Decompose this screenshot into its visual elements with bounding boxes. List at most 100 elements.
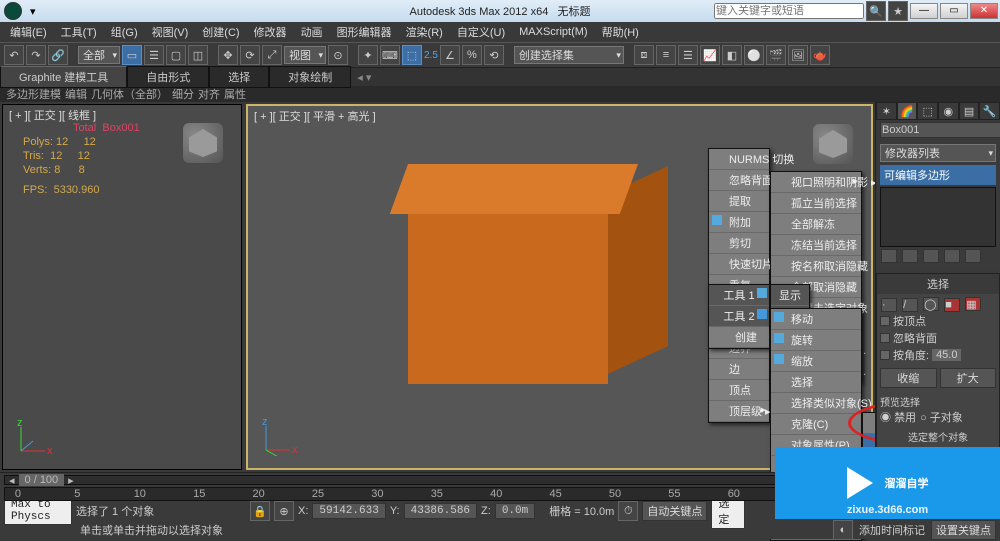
use-pivot-button[interactable]: ⊙: [328, 45, 348, 65]
add-time-tag[interactable]: 添加时间标记: [859, 522, 925, 538]
subobj-element-button[interactable]: ▦: [965, 297, 981, 311]
time-config-button[interactable]: ⏱: [618, 501, 638, 521]
stack-config-button[interactable]: [965, 249, 981, 263]
ctx-quickslice[interactable]: 快速切片: [709, 254, 769, 275]
lock-selection-icon[interactable]: 🔒: [250, 501, 270, 521]
ctx-ignore-back[interactable]: 忽略背面: [709, 170, 769, 191]
ribbon-expand-icon[interactable]: ◂ ▾: [357, 71, 371, 84]
ref-coord-combo[interactable]: 视图: [284, 46, 326, 64]
material-editor-button[interactable]: ⚪: [744, 45, 764, 65]
menu-graph[interactable]: 图形编辑器: [331, 22, 398, 42]
graphite-tab-freeform[interactable]: 自由形式: [127, 66, 209, 88]
x-coord-input[interactable]: 59142.633: [312, 503, 385, 519]
menu-edit[interactable]: 编辑(E): [4, 22, 53, 42]
ctx-unhide-name[interactable]: 按名称取消隐藏: [771, 256, 861, 277]
shrink-button[interactable]: 收缩: [880, 368, 937, 388]
ctx-rotate[interactable]: 旋转: [771, 330, 861, 351]
viewcube-icon[interactable]: [813, 124, 853, 164]
redo-button[interactable]: ↷: [26, 45, 46, 65]
ctx-select[interactable]: 选择: [771, 372, 861, 393]
viewport-perspective[interactable]: [ + ][ 正交 ][ 平滑 + 高光 ] xz NURMS 切换 忽略背面 …: [246, 104, 873, 470]
auto-key-button[interactable]: 自动关键点: [642, 501, 707, 521]
select-by-name-button[interactable]: ☰: [144, 45, 164, 65]
ctx-cut[interactable]: 剪切: [709, 233, 769, 254]
ctx-unfreeze-all[interactable]: 全部解冻: [771, 214, 861, 235]
rotate-button[interactable]: ⟳: [240, 45, 260, 65]
minimize-button[interactable]: —: [910, 3, 938, 19]
menu-help[interactable]: 帮助(H): [596, 22, 645, 42]
z-coord-input[interactable]: 0.0m: [495, 503, 535, 519]
menu-tools[interactable]: 工具(T): [55, 22, 103, 42]
cmd-tab-display[interactable]: ▤: [959, 102, 980, 120]
maxscript-mini-listener[interactable]: Max to Physcs: [4, 497, 72, 525]
isolate-toggle-icon[interactable]: ◐: [833, 520, 853, 540]
ctx-toplevel[interactable]: 顶层级 ▸: [709, 401, 769, 422]
selection-filter-combo[interactable]: 全部: [78, 46, 120, 64]
app-icon[interactable]: [4, 2, 22, 20]
move-button[interactable]: ✥: [218, 45, 238, 65]
render-frame-button[interactable]: 🖼: [788, 45, 808, 65]
viewcube-icon[interactable]: [183, 123, 223, 163]
select-region-button[interactable]: ▢: [166, 45, 186, 65]
coord-display-toggle[interactable]: ⊕: [274, 501, 294, 521]
align-button[interactable]: ≡: [656, 45, 676, 65]
graphite-tab-modeling[interactable]: Graphite 建模工具: [0, 66, 127, 88]
cmd-tab-hierarchy[interactable]: ⬚: [917, 102, 938, 120]
ctx-isolate[interactable]: 孤立当前选择: [771, 193, 861, 214]
stack-unique-button[interactable]: [923, 249, 939, 263]
object-name-input[interactable]: [880, 122, 1000, 138]
ctx-nurms[interactable]: NURMS 切换: [709, 149, 769, 170]
subtab-geometry[interactable]: 几何体（全部）: [91, 86, 168, 102]
menu-group[interactable]: 组(G): [105, 22, 144, 42]
undo-button[interactable]: ↶: [4, 45, 24, 65]
chk-by-vertex[interactable]: 按顶点: [880, 313, 996, 329]
stack-remove-button[interactable]: [944, 249, 960, 263]
radio-disable[interactable]: ◉ 禁用: [880, 409, 916, 425]
spinner-snap-button[interactable]: ⟲: [484, 45, 504, 65]
y-coord-input[interactable]: 43386.586: [404, 503, 477, 519]
ctx-freeze-sel[interactable]: 冻结当前选择: [771, 235, 861, 256]
subtab-polymodel[interactable]: 多边形建模: [6, 86, 61, 102]
subobj-polygon-button[interactable]: ■: [944, 298, 960, 312]
subobj-border-button[interactable]: ◯: [923, 297, 939, 311]
select-manipulate-button[interactable]: ✦: [358, 45, 378, 65]
stack-show-button[interactable]: [902, 249, 918, 263]
cmd-tab-create[interactable]: ✶: [876, 102, 897, 120]
chk-by-angle[interactable]: 按角度: 45.0: [880, 347, 996, 363]
menu-customize[interactable]: 自定义(U): [451, 22, 511, 42]
subobj-edge-button[interactable]: /: [902, 298, 918, 312]
ctx-move[interactable]: 移动: [771, 309, 861, 330]
set-key-button[interactable]: 设置关键点: [931, 520, 996, 540]
close-button[interactable]: ✕: [970, 3, 998, 19]
maximize-button[interactable]: ▭: [940, 3, 968, 19]
scene-box-object[interactable]: [408, 164, 668, 394]
ctx-clone[interactable]: 克隆(C): [771, 414, 861, 435]
radio-subobj[interactable]: ○ 子对象: [920, 409, 963, 425]
menu-render[interactable]: 渲染(R): [400, 22, 449, 42]
mirror-button[interactable]: ⧈: [634, 45, 654, 65]
menu-views[interactable]: 视图(V): [146, 22, 195, 42]
named-selection-combo[interactable]: 创建选择集: [514, 46, 624, 64]
menu-animation[interactable]: 动画: [295, 22, 329, 42]
render-button[interactable]: 🫖: [810, 45, 830, 65]
snap-toggle-button[interactable]: ⬚: [402, 45, 422, 65]
modifier-list-combo[interactable]: 修改器列表: [880, 144, 996, 162]
graphite-tab-paint[interactable]: 对象绘制: [269, 66, 351, 88]
curve-editor-button[interactable]: 📈: [700, 45, 720, 65]
star-button[interactable]: ★: [888, 1, 908, 21]
layer-button[interactable]: ☰: [678, 45, 698, 65]
chk-ignore-backfacing[interactable]: 忽略背面: [880, 330, 996, 346]
percent-snap-button[interactable]: %: [462, 45, 482, 65]
grow-button[interactable]: 扩大: [940, 368, 997, 388]
modifier-stack-list[interactable]: [880, 187, 996, 247]
ctx-extract[interactable]: 提取: [709, 191, 769, 212]
viewport-persp-label[interactable]: [ + ][ 正交 ][ 平滑 + 高光 ]: [254, 108, 376, 124]
subobj-vertex-button[interactable]: ·: [881, 298, 897, 312]
select-object-button[interactable]: ▭: [122, 45, 142, 65]
subtab-edit[interactable]: 编辑: [65, 86, 87, 102]
ctx-scale[interactable]: 缩放: [771, 351, 861, 372]
help-search-input[interactable]: [714, 3, 864, 19]
subtab-subdiv[interactable]: 细分: [172, 86, 194, 102]
ctx-edge[interactable]: 边: [709, 359, 769, 380]
keyboard-shortcut-button[interactable]: ⌨: [380, 45, 400, 65]
